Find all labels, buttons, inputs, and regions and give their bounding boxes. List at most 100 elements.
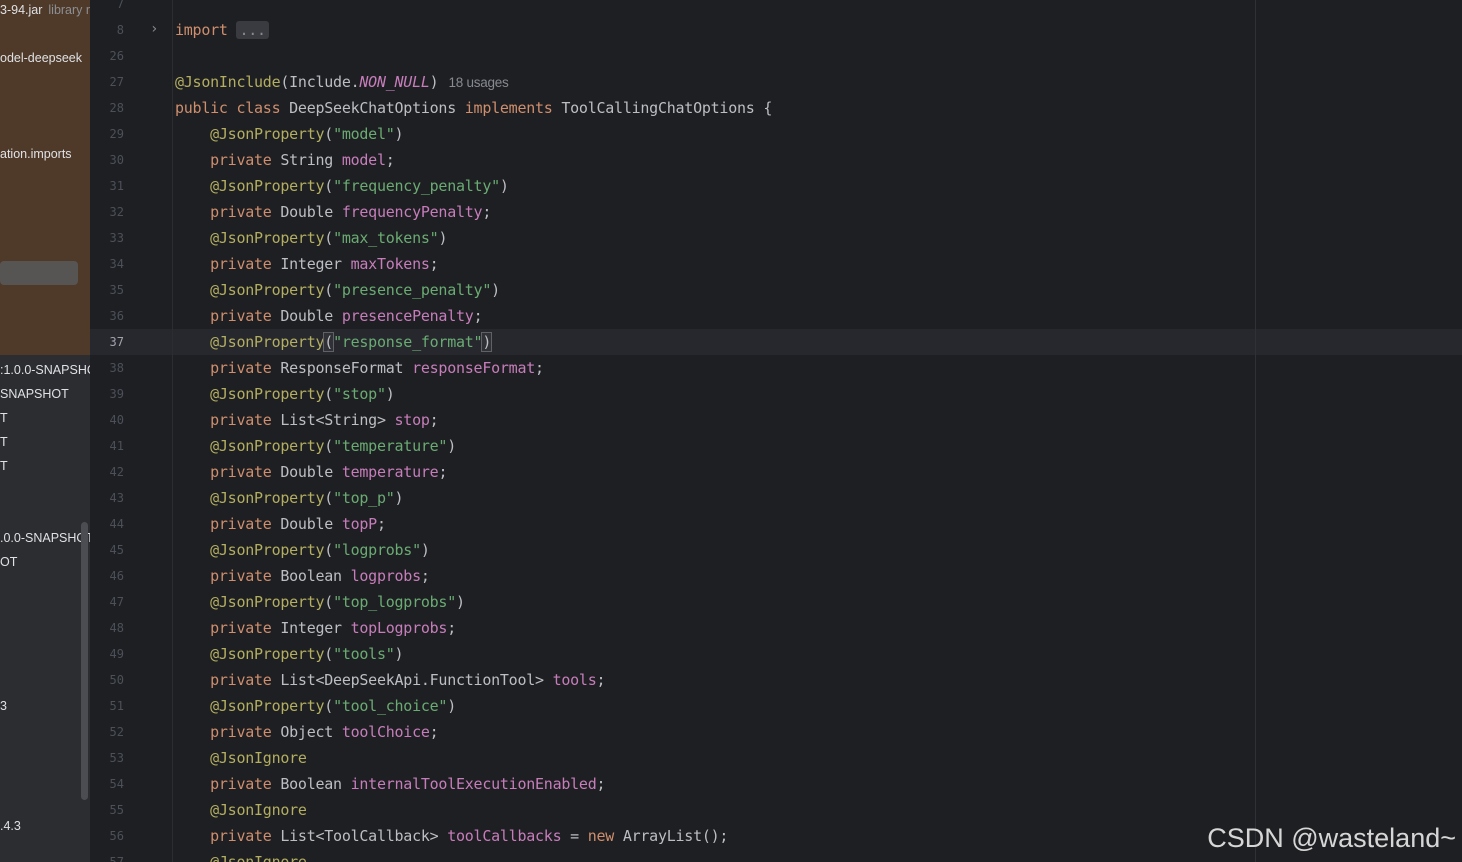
code-line[interactable]: 49 @JsonProperty("tools") xyxy=(90,642,1462,668)
code-token: ( xyxy=(324,177,334,195)
code-line[interactable]: 51 @JsonProperty("tool_choice") xyxy=(90,694,1462,720)
code-text: private Double temperature; xyxy=(175,463,447,481)
line-number: 46 xyxy=(109,569,124,583)
code-line[interactable]: 52 private Object toolChoice; xyxy=(90,720,1462,746)
code-editor[interactable]: 7 8 › import ... 26 27 @JsonInclude(Include.NO… xyxy=(90,0,1462,862)
tree-item[interactable]: T xyxy=(0,458,8,474)
code-text: import ... xyxy=(175,21,269,39)
code-line[interactable]: 38 private ResponseFormat responseFormat… xyxy=(90,356,1462,382)
code-line[interactable]: 55 @JsonIgnore xyxy=(90,798,1462,824)
sidebar-scrollbar[interactable] xyxy=(81,522,88,800)
tree-item[interactable]: .0.0-SNAPSHOT xyxy=(0,530,90,546)
code-line[interactable]: 30 private String model; xyxy=(90,148,1462,174)
code-line[interactable]: 7 xyxy=(90,0,1462,18)
tree-item[interactable]: .4.3 xyxy=(0,818,21,834)
code-line[interactable]: 41 @JsonProperty("temperature") xyxy=(90,434,1462,460)
code-token: model xyxy=(341,151,386,169)
code-line[interactable]: 33 @JsonProperty("max_tokens") xyxy=(90,226,1462,252)
code-line[interactable]: 40 private List<String> stop; xyxy=(90,408,1462,434)
tree-item[interactable]: odel-deepseek xyxy=(0,50,82,66)
code-line[interactable]: 26 xyxy=(90,44,1462,70)
code-line[interactable]: 43 @JsonProperty("top_p") xyxy=(90,486,1462,512)
tree-selected-row[interactable] xyxy=(0,261,78,285)
code-line[interactable]: 29 @JsonProperty("model") xyxy=(90,122,1462,148)
code-line[interactable]: 48 private Integer topLogprobs; xyxy=(90,616,1462,642)
code-line[interactable]: 42 private Double temperature; xyxy=(90,460,1462,486)
code-token: Double xyxy=(280,307,342,325)
code-line[interactable]: 53 @JsonIgnore xyxy=(90,746,1462,772)
code-line[interactable]: 47 @JsonProperty("top_logprobs") xyxy=(90,590,1462,616)
code-line[interactable]: 8 › import ... xyxy=(90,18,1462,44)
code-token: ) xyxy=(420,541,430,559)
code-token: "stop" xyxy=(333,385,386,403)
line-number: 57 xyxy=(109,855,124,862)
code-token: implements xyxy=(464,99,562,117)
code-token: List<ToolCallback> xyxy=(280,827,448,845)
code-line[interactable]: 35 @JsonProperty("presence_penalty") xyxy=(90,278,1462,304)
tree-item[interactable]: 3-94.jar library r xyxy=(0,2,90,18)
tree-item[interactable]: :1.0.0-SNAPSHO xyxy=(0,362,90,378)
tree-item[interactable]: SNAPSHOT xyxy=(0,386,69,402)
code-line[interactable]: 44 private Double topP; xyxy=(90,512,1462,538)
tree-item[interactable]: T xyxy=(0,410,8,426)
tree-item[interactable]: 3 xyxy=(0,698,7,714)
code-token: ( xyxy=(324,541,334,559)
line-number: 44 xyxy=(109,517,124,531)
code-token: ; xyxy=(429,411,439,429)
code-token: toolCallbacks xyxy=(447,827,562,845)
code-token: (Include. xyxy=(280,73,360,91)
line-number: 56 xyxy=(109,829,124,843)
code-token: public class xyxy=(175,99,290,117)
code-token: @JsonIgnore xyxy=(210,801,307,819)
code-token: @JsonProperty xyxy=(210,125,325,143)
code-line[interactable]: 39 @JsonProperty("stop") xyxy=(90,382,1462,408)
code-text: @JsonProperty("max_tokens") xyxy=(175,229,447,247)
code-line[interactable]: 28 public class DeepSeekChatOptions imple… xyxy=(90,96,1462,122)
code-token: "max_tokens" xyxy=(333,229,439,247)
code-token: ( xyxy=(324,125,334,143)
code-token: ; xyxy=(535,359,544,377)
tree-item[interactable]: T xyxy=(0,434,8,450)
code-token: ; xyxy=(420,567,430,585)
code-token: ) xyxy=(447,437,456,455)
fold-chevron-icon[interactable]: › xyxy=(150,21,158,37)
code-line[interactable]: 37 @JsonProperty("response_format") xyxy=(90,330,1462,356)
code-token: ) xyxy=(394,489,404,507)
line-number: 28 xyxy=(109,101,124,115)
code-text: private List<String> stop; xyxy=(175,411,439,429)
code-token: ; xyxy=(596,775,606,793)
code-token: temperature xyxy=(341,463,439,481)
code-token: ; xyxy=(429,255,439,273)
folded-imports[interactable]: ... xyxy=(236,21,269,39)
code-token: responseFormat xyxy=(412,359,536,377)
line-number: 29 xyxy=(109,127,124,141)
code-line[interactable]: 50 private List<DeepSeekApi.FunctionTool… xyxy=(90,668,1462,694)
code-line[interactable]: 54 private Boolean internalToolExecution… xyxy=(90,772,1462,798)
code-token: ( xyxy=(323,332,335,352)
code-line[interactable]: 31 @JsonProperty("frequency_penalty") xyxy=(90,174,1462,200)
line-number: 47 xyxy=(109,595,124,609)
code-token: private xyxy=(210,567,281,585)
code-token: topP xyxy=(341,515,377,533)
code-token: ; xyxy=(473,307,483,325)
code-line[interactable]: 45 @JsonProperty("logprobs") xyxy=(90,538,1462,564)
code-line[interactable]: 36 private Double presencePenalty; xyxy=(90,304,1462,330)
code-line[interactable]: 27 @JsonInclude(Include.NON_NULL) 18 usage… xyxy=(90,70,1462,96)
code-text: private Double presencePenalty; xyxy=(175,307,482,325)
code-line[interactable]: 46 private Boolean logprobs; xyxy=(90,564,1462,590)
tree-item[interactable]: OT xyxy=(0,554,17,570)
line-number: 34 xyxy=(109,257,124,271)
tree-item-label: 3 xyxy=(0,699,7,713)
code-line[interactable]: 34 private Integer maxTokens; xyxy=(90,252,1462,278)
code-token: ArrayList(); xyxy=(622,827,729,845)
tree-item[interactable]: ation.imports xyxy=(0,146,72,162)
code-line[interactable]: 32 private Double frequencyPenalty; xyxy=(90,200,1462,226)
code-token: frequencyPenalty xyxy=(341,203,483,221)
code-token: private xyxy=(210,463,281,481)
code-token: Object xyxy=(280,723,342,741)
usages-hint[interactable]: 18 usages xyxy=(448,75,508,90)
